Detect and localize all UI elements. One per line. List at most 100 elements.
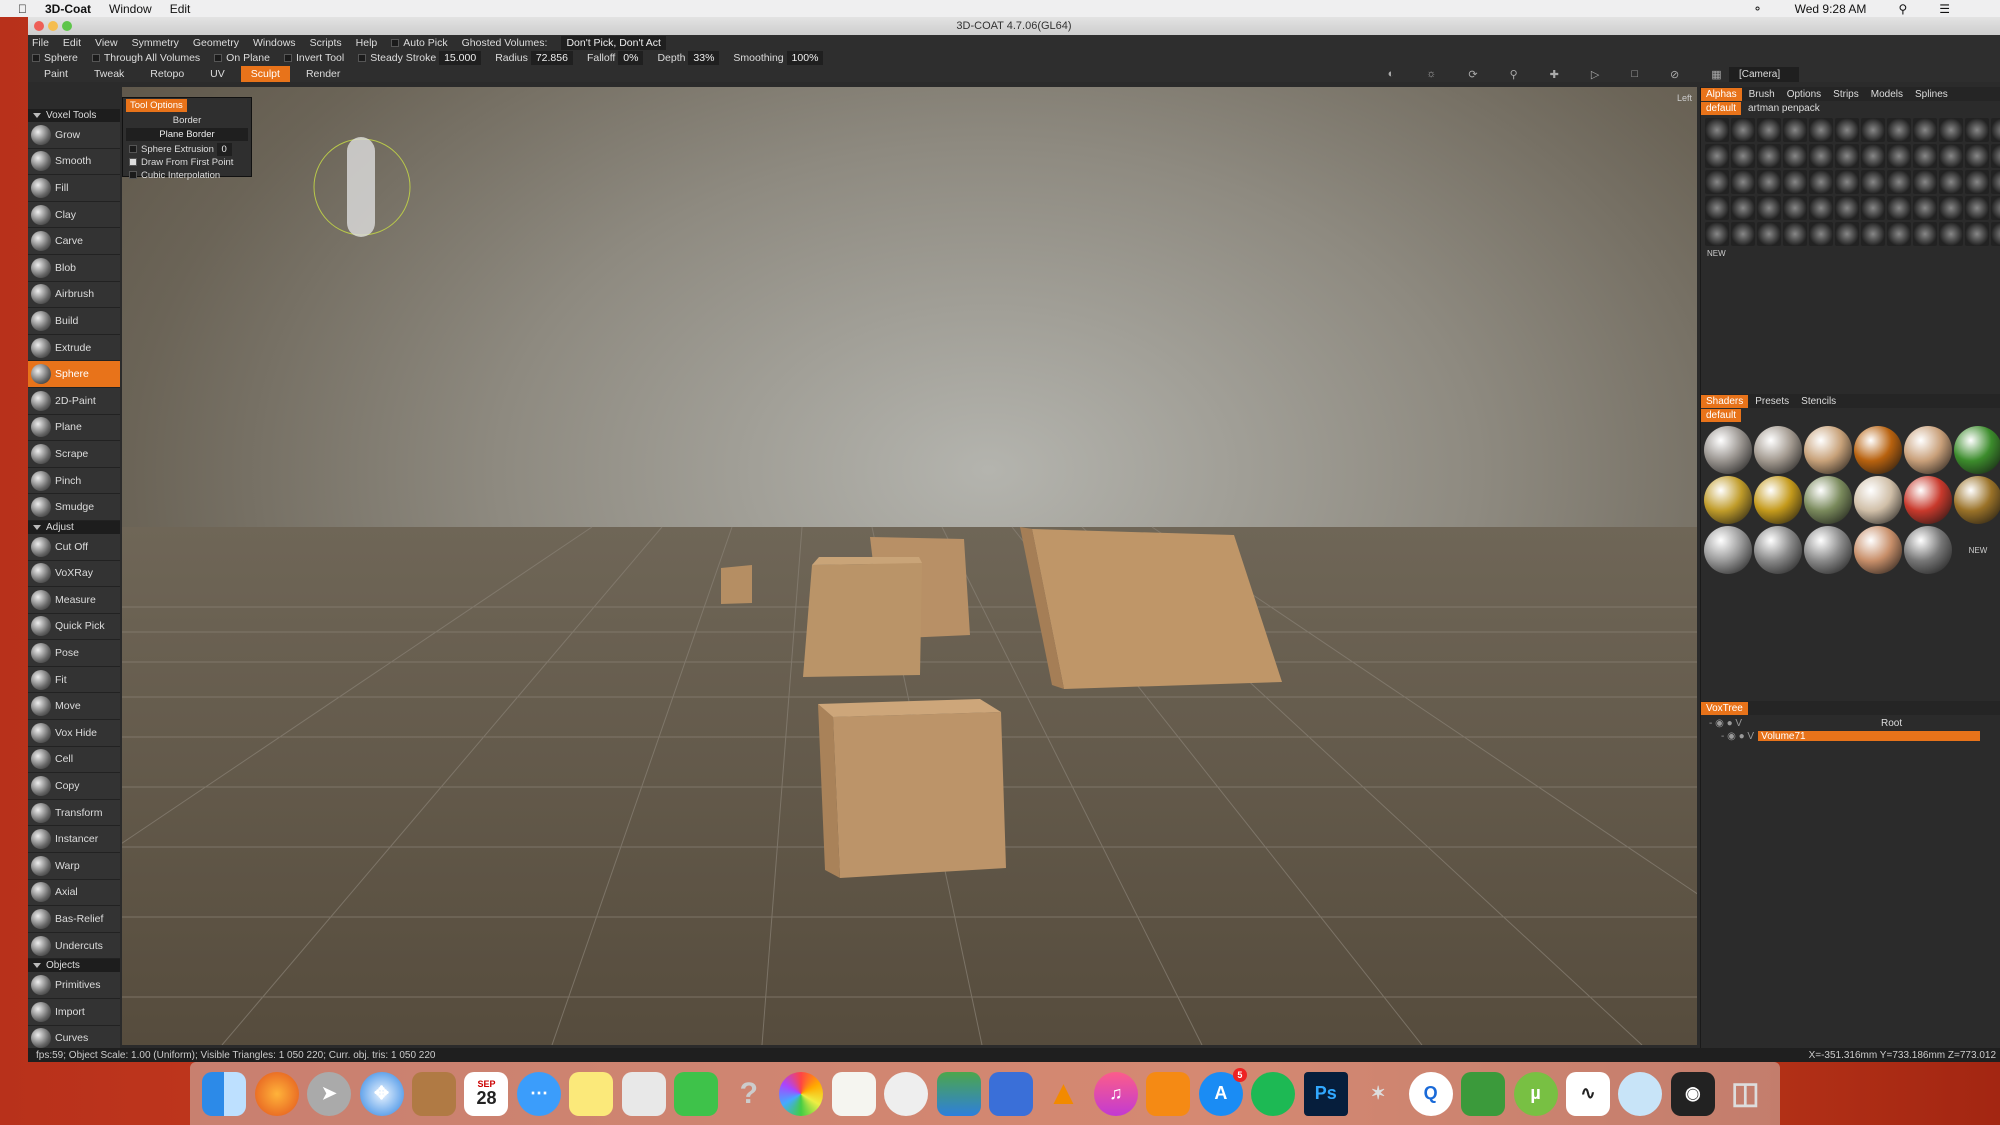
alpha-thumbnail[interactable] <box>1913 144 1937 168</box>
tab-tweak[interactable]: Tweak <box>84 66 134 82</box>
close-window-button[interactable] <box>34 21 44 31</box>
alpha-thumbnail[interactable] <box>1731 222 1755 246</box>
tab-models[interactable]: Models <box>1866 88 1908 101</box>
alpha-thumbnail[interactable] <box>1705 144 1729 168</box>
zoom-window-button[interactable] <box>62 21 72 31</box>
tab-splines[interactable]: Splines <box>1910 88 1953 101</box>
menu-edit[interactable]: Edit <box>170 2 191 16</box>
zoom-icon[interactable]: ⚲ <box>1500 66 1528 83</box>
tab-stencils[interactable]: Stencils <box>1796 395 1841 408</box>
keynote-icon[interactable] <box>989 1071 1034 1116</box>
current-tool[interactable]: Sphere <box>32 52 78 64</box>
alpha-thumbnail[interactable] <box>1835 196 1859 220</box>
alpha-thumbnail[interactable] <box>1731 144 1755 168</box>
alpha-thumbnail[interactable] <box>1991 170 2000 194</box>
tab-options[interactable]: Options <box>1782 88 1826 101</box>
alpha-thumbnail[interactable] <box>1991 118 2000 142</box>
alpha-thumbnail[interactable] <box>1913 118 1937 142</box>
utorrent-icon[interactable]: µ <box>1513 1071 1558 1116</box>
tool-grow[interactable]: Grow <box>28 122 120 149</box>
messages-icon[interactable]: ⋯ <box>516 1071 561 1116</box>
alpha-thumbnail[interactable] <box>1783 170 1807 194</box>
tool-smudge[interactable]: Smudge <box>28 494 120 521</box>
tab-paint[interactable]: Paint <box>34 66 78 82</box>
tab-brush[interactable]: Brush <box>1744 88 1780 101</box>
tool-scrape[interactable]: Scrape <box>28 441 120 468</box>
facetime-icon[interactable] <box>674 1071 719 1116</box>
alpha-thumbnail[interactable] <box>1861 222 1885 246</box>
shader-ball[interactable] <box>1704 526 1752 574</box>
tool-axial[interactable]: Axial <box>28 879 120 907</box>
tool-pose[interactable]: Pose <box>28 640 120 667</box>
alpha-thumbnail[interactable] <box>1705 118 1729 142</box>
tool-vox-hide[interactable]: Vox Hide <box>28 720 120 747</box>
alpha-thumbnail[interactable] <box>1757 144 1781 168</box>
alpha-new-button[interactable]: NEW <box>1701 249 2000 258</box>
steady-stroke-toggle[interactable]: Steady Stroke 15.000 <box>358 51 482 65</box>
finder-icon[interactable] <box>202 1071 247 1116</box>
tool-instancer[interactable]: Instancer <box>28 826 120 854</box>
notes-icon[interactable] <box>569 1071 614 1116</box>
voxtree-tab[interactable]: VoxTree <box>1701 701 1748 715</box>
voxtree-volume-row[interactable]: - ◉ ● V Volume71 <box>1701 729 2000 743</box>
cubic-interpolation-checkbox[interactable]: Cubic Interpolation <box>123 169 251 182</box>
alpha-thumbnail[interactable] <box>1965 222 1989 246</box>
alpha-thumbnail[interactable] <box>1965 196 1989 220</box>
3d-viewport[interactable]: Left <box>122 87 1697 1045</box>
menu-help[interactable]: Help <box>356 37 378 49</box>
alpha-thumbnail[interactable] <box>1835 118 1859 142</box>
tool-clay[interactable]: Clay <box>28 201 120 229</box>
alpha-thumbnail[interactable] <box>1939 196 1963 220</box>
tool-transform[interactable]: Transform <box>28 799 120 827</box>
tab-alphas[interactable]: Alphas <box>1701 87 1742 101</box>
tool-blob[interactable]: Blob <box>28 254 120 282</box>
menu-symmetry[interactable]: Symmetry <box>132 37 179 49</box>
tool-copy[interactable]: Copy <box>28 773 120 800</box>
alpha-thumbnail[interactable] <box>1705 222 1729 246</box>
menu-geometry[interactable]: Geometry <box>193 37 239 49</box>
shader-ball[interactable] <box>1754 526 1802 574</box>
menu-edit-app[interactable]: Edit <box>63 37 81 49</box>
search-icon[interactable]: ⚲ <box>1898 2 1907 16</box>
play-icon[interactable]: ▷ <box>1581 66 1609 83</box>
shader-ball[interactable] <box>1854 526 1902 574</box>
alpha-thumbnail[interactable] <box>1757 170 1781 194</box>
shader-ball[interactable] <box>1804 476 1852 524</box>
shader-preset-default[interactable]: default <box>1701 408 1742 422</box>
tab-sculpt[interactable]: Sculpt <box>240 66 290 82</box>
alpha-thumbnail[interactable] <box>1939 222 1963 246</box>
alpha-thumbnail[interactable] <box>1861 170 1885 194</box>
launchpad-icon[interactable]: ➤ <box>307 1071 352 1116</box>
alpha-thumbnail[interactable] <box>1731 118 1755 142</box>
alpha-thumbnail[interactable] <box>1809 118 1833 142</box>
tool-plane[interactable]: Plane <box>28 414 120 442</box>
tool-primitives[interactable]: Primitives <box>28 972 120 999</box>
alpha-thumbnail[interactable] <box>1809 222 1833 246</box>
alpha-thumbnail[interactable] <box>1887 170 1911 194</box>
tool-fill[interactable]: Fill <box>28 175 120 202</box>
alpha-thumbnail[interactable] <box>1887 144 1911 168</box>
tool-cut-off[interactable]: Cut Off <box>28 533 120 561</box>
squiggle-app-icon[interactable]: ∿ <box>1566 1071 1610 1116</box>
shader-ball[interactable] <box>1954 476 2000 524</box>
ghosted-select[interactable]: Don't Pick, Don't Act <box>561 35 666 50</box>
alpha-thumbnail[interactable] <box>1835 222 1859 246</box>
tool-pinch[interactable]: Pinch <box>28 467 120 495</box>
alpha-thumbnail[interactable] <box>1757 118 1781 142</box>
grid-icon[interactable]: ▦ <box>1701 66 1731 83</box>
alpha-thumbnail[interactable] <box>1913 196 1937 220</box>
tool-cell[interactable]: Cell <box>28 746 120 774</box>
shader-ball[interactable] <box>1904 476 1952 524</box>
alpha-thumbnail[interactable] <box>1991 222 2000 246</box>
menu-scripts[interactable]: Scripts <box>310 37 342 49</box>
tool-move[interactable]: Move <box>28 693 120 721</box>
section-header[interactable]: Objects <box>28 959 120 973</box>
menu-file[interactable]: File <box>32 37 49 49</box>
alpha-thumbnail[interactable] <box>1809 144 1833 168</box>
shader-ball[interactable] <box>1754 476 1802 524</box>
alpha-thumbnail[interactable] <box>1783 222 1807 246</box>
tab-strips[interactable]: Strips <box>1828 88 1864 101</box>
tool-2d-paint[interactable]: 2D-Paint <box>28 387 120 415</box>
falloff-field[interactable]: Falloff 0% <box>587 51 644 65</box>
tool-carve[interactable]: Carve <box>28 228 120 255</box>
